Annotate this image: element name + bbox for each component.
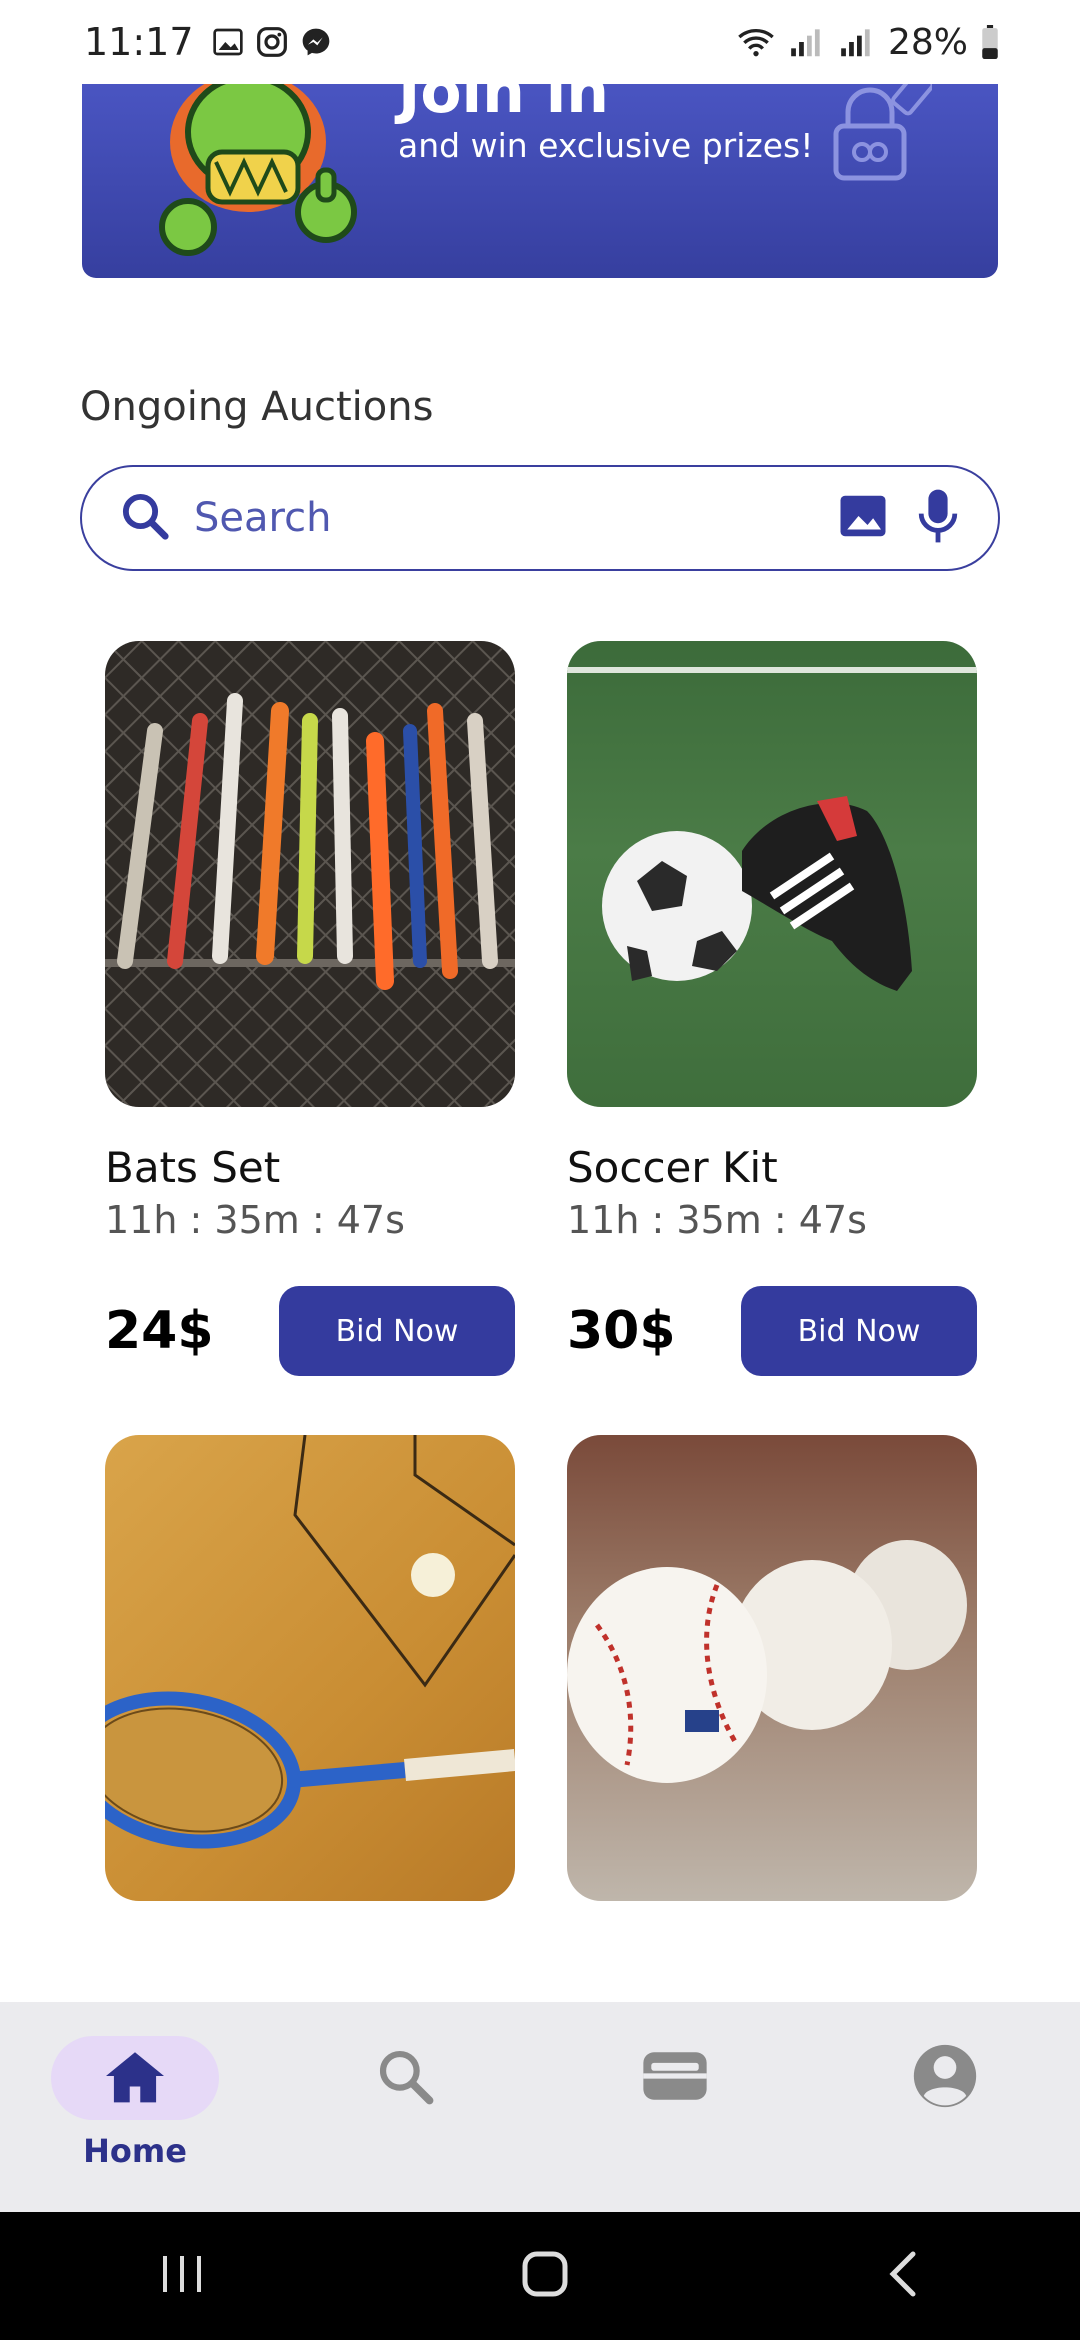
- product-title: Soccer Kit: [567, 1143, 778, 1192]
- product-card[interactable]: Bats Set 11h : 35m : 47s 24$ Bid Now: [105, 641, 515, 1376]
- prize-lock-icon: [812, 82, 935, 186]
- wifi-icon: [736, 25, 776, 59]
- search-icon: [374, 2045, 436, 2111]
- card-footer: 24$ Bid Now: [105, 1286, 515, 1376]
- auction-timer: 11h : 35m : 47s: [105, 1198, 405, 1242]
- status-right: 28%: [736, 22, 1000, 63]
- section-title: Ongoing Auctions: [80, 384, 434, 430]
- nav-home-pill[interactable]: [51, 2036, 219, 2120]
- nav-profile[interactable]: [845, 2002, 1045, 2120]
- product-price: 30$: [567, 1301, 676, 1361]
- promo-banner[interactable]: Join in and win exclusive prizes!: [82, 82, 998, 278]
- search-input[interactable]: [192, 494, 836, 542]
- microphone-icon[interactable]: [914, 487, 962, 549]
- product-price: 24$: [105, 1301, 214, 1361]
- image-search-icon[interactable]: [836, 489, 890, 547]
- system-navigation-bar: [0, 2212, 1080, 2340]
- instagram-icon: [256, 26, 288, 58]
- bottom-navigation: Home: [0, 2002, 1080, 2212]
- nav-home-label: Home: [83, 2132, 187, 2170]
- product-image[interactable]: [567, 1435, 977, 1901]
- bid-now-button[interactable]: Bid Now: [279, 1286, 515, 1376]
- nav-profile-pill[interactable]: [861, 2036, 1029, 2120]
- nav-wallet[interactable]: [575, 2002, 775, 2120]
- nav-wallet-pill[interactable]: [591, 2036, 759, 2120]
- banner-title: Join in: [398, 82, 609, 127]
- product-image[interactable]: [105, 1435, 515, 1901]
- status-bar: 11:17 28%: [0, 0, 1080, 84]
- nav-search-pill[interactable]: [321, 2036, 489, 2120]
- recent-apps-icon[interactable]: [157, 2252, 207, 2300]
- product-image[interactable]: [105, 641, 515, 1107]
- signal-icon-2: [838, 26, 876, 58]
- product-card[interactable]: [105, 1435, 515, 1901]
- nav-home[interactable]: Home: [35, 2002, 235, 2170]
- auction-timer: 11h : 35m : 47s: [567, 1198, 867, 1242]
- card-footer: 30$ Bid Now: [567, 1286, 977, 1376]
- wallet-icon: [640, 2047, 710, 2109]
- nav-search[interactable]: [305, 2002, 505, 2120]
- search-icon[interactable]: [118, 489, 172, 547]
- home-icon: [103, 2047, 167, 2109]
- gallery-icon: [212, 26, 244, 58]
- back-icon[interactable]: [883, 2249, 923, 2303]
- product-image[interactable]: [567, 641, 977, 1107]
- profile-icon: [911, 2042, 979, 2114]
- search-actions: [836, 487, 962, 549]
- status-time: 11:17: [84, 20, 194, 64]
- mascot-icon: [138, 82, 378, 276]
- status-left: 11:17: [84, 20, 332, 64]
- battery-percent: 28%: [887, 21, 968, 63]
- messenger-icon: [300, 26, 332, 58]
- product-card[interactable]: [567, 1435, 977, 1901]
- search-bar[interactable]: [80, 465, 1000, 571]
- banner-subtitle: and win exclusive prizes!: [398, 126, 814, 165]
- product-card[interactable]: Soccer Kit 11h : 35m : 47s 30$ Bid Now: [567, 641, 977, 1376]
- product-title: Bats Set: [105, 1143, 281, 1192]
- signal-icon: [788, 26, 826, 58]
- home-button-icon[interactable]: [520, 2249, 570, 2303]
- battery-icon: [980, 25, 1000, 59]
- bid-now-button[interactable]: Bid Now: [741, 1286, 977, 1376]
